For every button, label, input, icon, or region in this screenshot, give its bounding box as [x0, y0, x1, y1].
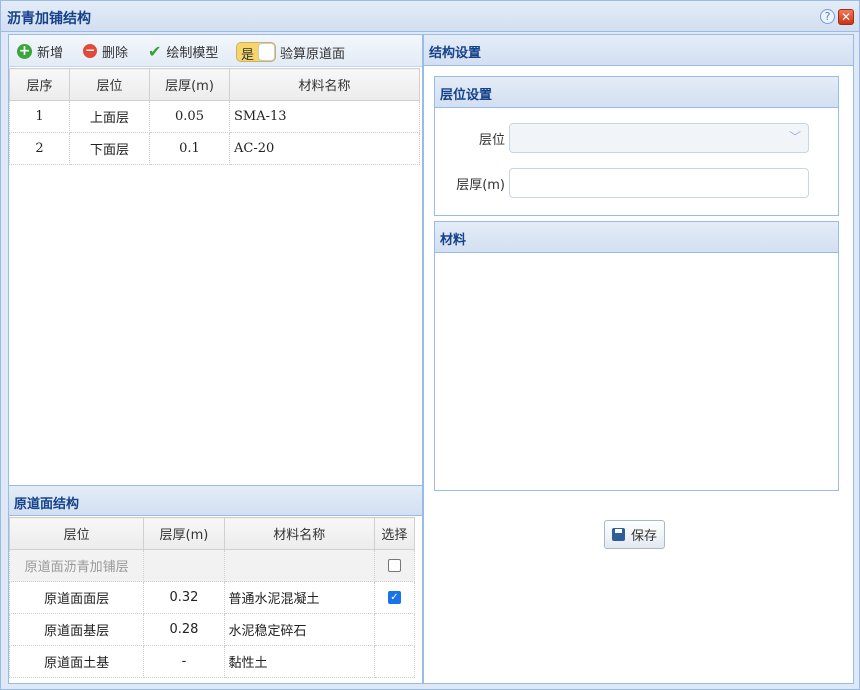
original-structure-table: 层位 层厚(m) 材料名称 选择 原道面沥青加铺层 原道面面层 0.32 普通水…	[8, 517, 416, 678]
cell-thickness	[143, 549, 225, 582]
cell-thickness: 0.05	[149, 100, 230, 133]
structure-settings-header: 结构设置	[424, 35, 853, 66]
column-header[interactable]: 层序	[9, 68, 70, 101]
cell-select	[373, 645, 416, 678]
material-header: 材料	[435, 222, 838, 253]
cell-thickness: 0.32	[143, 581, 225, 614]
material-title: 材料	[440, 233, 467, 248]
cell-layer: 原道面沥青加铺层	[8, 549, 145, 582]
cell-select	[373, 549, 416, 582]
layer-combobox[interactable]: ﹀	[509, 123, 809, 153]
toolbar: + 新增 − 删除 ✔ 绘制模型 是 验算原道面	[9, 35, 422, 67]
select-checkbox[interactable]: ✓	[387, 591, 401, 604]
cell-material: 黏性土	[223, 645, 375, 678]
verify-original-label: 验算原道面	[280, 47, 346, 62]
original-structure-header: 原道面结构	[9, 485, 422, 516]
cell-layer: 原道面土基	[8, 645, 145, 678]
original-structure-title: 原道面结构	[14, 497, 80, 512]
toggle-on-text: 是	[241, 48, 255, 62]
layer-settings-title: 层位设置	[440, 88, 493, 103]
layer-table: 层序 层位 层厚(m) 材料名称 1 上面层 0.05 SMA-13 2 下面层…	[9, 68, 420, 165]
layer-settings-header: 层位设置	[435, 77, 838, 108]
cell-layer: 原道面面层	[8, 581, 145, 614]
thickness-field-label: 层厚(m)	[456, 178, 505, 193]
cell-material: 水泥稳定碎石	[223, 613, 375, 646]
cell-select	[373, 613, 416, 646]
add-icon: +	[17, 42, 32, 59]
draw-model-label: 绘制模型	[166, 45, 219, 61]
table-row[interactable]: 原道面基层 0.28 水泥稳定碎石	[8, 613, 416, 646]
add-button[interactable]: + 新增	[17, 42, 64, 61]
table-row[interactable]: 1 上面层 0.05 SMA-13	[9, 100, 420, 133]
save-label: 保存	[630, 529, 657, 544]
add-label: 新增	[37, 45, 64, 61]
cell-select: ✓	[373, 581, 416, 614]
thickness-input[interactable]	[509, 168, 809, 198]
select-checkbox[interactable]	[387, 559, 401, 572]
cell-thickness: 0.1	[149, 132, 230, 165]
cell-order: 1	[9, 100, 70, 133]
save-icon	[611, 528, 625, 541]
layer-settings-fieldset: 层位设置 层位 ﹀ 层厚(m)	[434, 76, 839, 216]
save-button[interactable]: 保存	[604, 520, 665, 549]
cell-thickness: -	[143, 645, 225, 678]
table-row[interactable]: 2 下面层 0.1 AC-20	[9, 132, 420, 165]
verify-original-toggle[interactable]: 是	[236, 42, 276, 62]
table-row[interactable]: 原道面面层 0.32 普通水泥混凝土 ✓	[8, 581, 416, 614]
toggle-knob	[258, 43, 275, 61]
cell-material: AC-20	[229, 132, 420, 165]
delete-label: 删除	[102, 45, 129, 61]
table-row[interactable]: 原道面土基 - 黏性土	[8, 645, 416, 678]
column-header[interactable]: 层厚(m)	[149, 68, 230, 101]
draw-model-button[interactable]: ✔ 绘制模型	[148, 41, 219, 61]
column-header[interactable]: 材料名称	[229, 68, 420, 101]
chevron-down-icon[interactable]: ﹀	[782, 124, 808, 152]
structure-settings-title: 结构设置	[429, 46, 482, 61]
help-icon[interactable]: ?	[820, 9, 835, 24]
structure-settings-panel: 结构设置 层位设置 层位 ﹀ 层厚(m) 材料 保存	[423, 34, 854, 684]
material-fieldset: 材料	[434, 221, 839, 491]
column-header[interactable]: 材料名称	[223, 517, 375, 550]
title-bar: 沥青加铺结构 ? ✕	[1, 1, 859, 32]
table-row: 原道面沥青加铺层	[8, 549, 416, 582]
cell-material: SMA-13	[229, 100, 420, 133]
check-icon: ✔	[148, 41, 162, 61]
window-title: 沥青加铺结构	[7, 11, 91, 27]
cell-layer: 原道面基层	[8, 613, 145, 646]
remove-icon: −	[83, 43, 97, 58]
layer-field-label: 层位	[478, 133, 505, 148]
cell-material: 普通水泥混凝土	[223, 581, 375, 614]
cell-layer: 下面层	[69, 132, 150, 165]
column-header[interactable]: 选择	[373, 517, 416, 550]
column-header[interactable]: 层位	[8, 517, 145, 550]
delete-button[interactable]: − 删除	[83, 42, 129, 61]
left-panel: + 新增 − 删除 ✔ 绘制模型 是 验算原道面 层序 层位 层厚(m) 材料名…	[8, 34, 423, 684]
cell-material	[223, 549, 375, 582]
cell-layer: 上面层	[69, 100, 150, 133]
column-header[interactable]: 层位	[69, 68, 150, 101]
dialog-window: 沥青加铺结构 ? ✕ + 新增 − 删除 ✔ 绘制模型 是 验算原道面 层序 层…	[0, 0, 860, 690]
cell-thickness: 0.28	[143, 613, 225, 646]
close-icon[interactable]: ✕	[838, 9, 854, 25]
column-header[interactable]: 层厚(m)	[143, 517, 225, 550]
cell-order: 2	[9, 132, 70, 165]
